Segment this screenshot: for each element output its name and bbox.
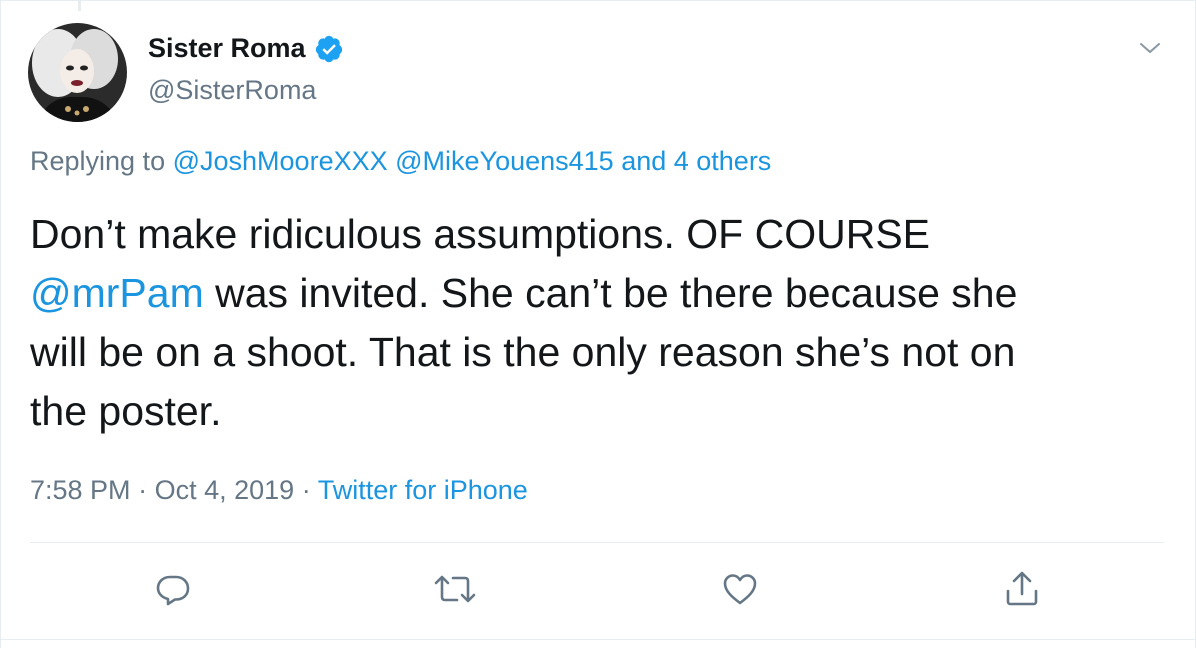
thread-connector	[78, 1, 81, 11]
reply-prefix: Replying to	[30, 146, 166, 176]
share-button[interactable]	[1000, 569, 1044, 613]
tweet-source-link[interactable]: Twitter for iPhone	[318, 475, 528, 505]
divider	[30, 542, 1164, 543]
action-bar	[1, 569, 1196, 619]
tweet-line-3: will be on a shoot. That is the only rea…	[30, 329, 1016, 375]
meta-separator: ·	[301, 475, 311, 505]
reply-icon	[153, 569, 193, 614]
reply-others-link[interactable]: and 4 others	[621, 146, 771, 176]
tweet-time[interactable]: 7:58 PM	[30, 475, 131, 505]
author-display-name[interactable]: Sister Roma	[148, 33, 306, 64]
tweet-line-4: the poster.	[30, 388, 222, 434]
tweet-date[interactable]: Oct 4, 2019	[155, 475, 295, 505]
share-icon	[1002, 569, 1042, 614]
chevron-down-icon[interactable]	[1137, 35, 1163, 61]
retweet-icon	[433, 569, 477, 614]
tweet-line-2: @mrPam was invited. She can’t be there b…	[30, 264, 1140, 323]
like-button[interactable]	[718, 569, 762, 613]
author-handle[interactable]: @SisterRoma	[148, 75, 316, 106]
tweet-line-2-text: was invited. She can’t be there because …	[203, 270, 1018, 316]
avatar[interactable]	[28, 23, 127, 122]
reply-context: Replying to @JoshMooreXXX @MikeYouens415…	[30, 146, 771, 177]
mention-mrpam[interactable]: @mrPam	[30, 270, 204, 316]
verified-badge-icon	[314, 34, 344, 64]
reply-mention-josh[interactable]: @JoshMooreXXX	[173, 146, 388, 176]
tweet-card: Sister Roma @SisterRoma Replying to @Jos…	[0, 0, 1196, 648]
retweet-button[interactable]	[433, 569, 477, 613]
tweet-line-1: Don’t make ridiculous assumptions. OF CO…	[30, 211, 931, 257]
card-bottom-border	[1, 639, 1196, 640]
heart-icon	[720, 569, 760, 614]
reply-mention-mike[interactable]: @MikeYouens415	[395, 146, 614, 176]
reply-button[interactable]	[151, 569, 195, 613]
avatar-image	[28, 23, 127, 122]
author-name-row: Sister Roma	[148, 33, 344, 64]
tweet-meta: 7:58 PM · Oct 4, 2019 · Twitter for iPho…	[30, 475, 528, 506]
tweet-text: Don’t make ridiculous assumptions. OF CO…	[30, 205, 1140, 441]
meta-separator: ·	[138, 475, 148, 505]
